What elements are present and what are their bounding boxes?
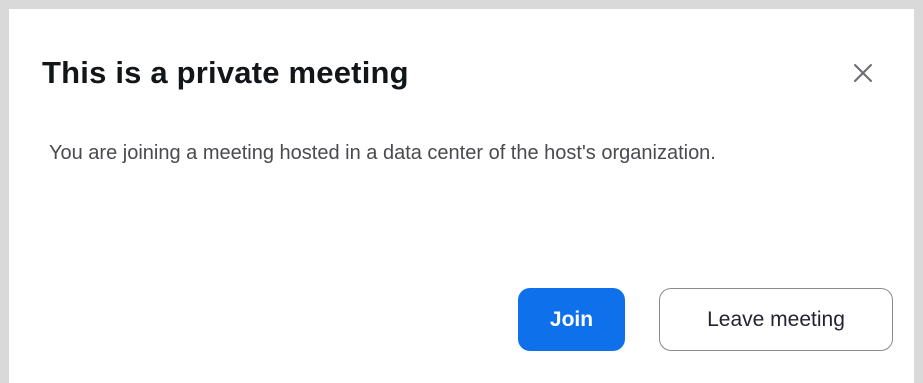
close-icon	[854, 64, 872, 82]
close-button[interactable]	[845, 55, 881, 91]
join-button[interactable]: Join	[518, 288, 625, 351]
private-meeting-dialog: This is a private meeting You are joinin…	[9, 9, 914, 383]
dialog-title: This is a private meeting	[42, 55, 409, 90]
leave-meeting-button[interactable]: Leave meeting	[659, 288, 893, 351]
dialog-message: You are joining a meeting hosted in a da…	[49, 142, 716, 164]
